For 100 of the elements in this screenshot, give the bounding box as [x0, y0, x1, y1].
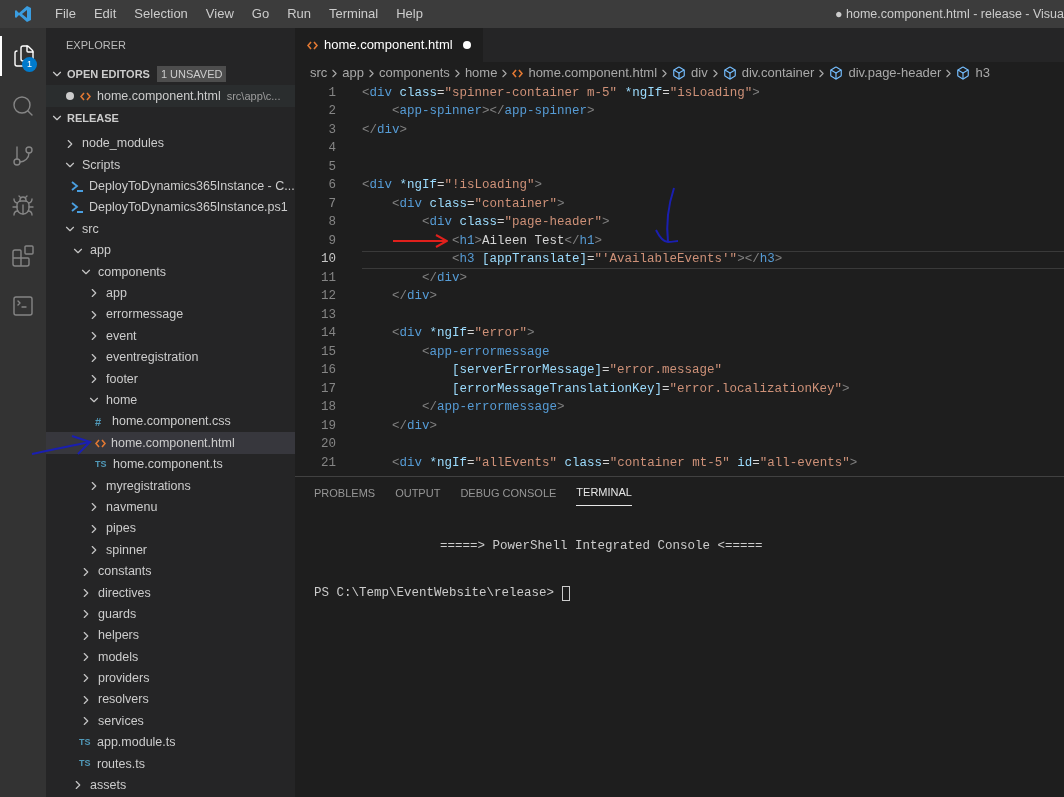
line-number: 20 [320, 436, 336, 454]
line-number: 16 [320, 362, 336, 380]
file-path: src\app\c... [226, 88, 281, 104]
html-file-icon [307, 40, 318, 50]
line-number: 17 [320, 380, 336, 398]
code-line: <div *ngIf="allEvents" class="container mt-5" id="all-events"> [392, 454, 858, 472]
ts-file-icon: TS [79, 757, 92, 771]
tree-item[interactable]: navmenu [46, 496, 295, 519]
terminal-icon [11, 294, 35, 318]
section-header[interactable]: OPEN EDITORS 1 UNSAVED [46, 63, 295, 85]
line-number: 21 [320, 454, 336, 472]
code-line: <h3 [appTranslate]="'AvailableEvents'"></h3> [452, 251, 783, 269]
tree-item[interactable]: app [46, 239, 295, 262]
tree-item[interactable]: constants [46, 560, 295, 583]
line-number: 1 [327, 84, 336, 102]
line-number: 5 [327, 158, 336, 176]
menu-item[interactable]: View [196, 4, 243, 24]
tree-item[interactable]: Scripts [46, 154, 295, 176]
tree-item[interactable]: footer [46, 368, 295, 390]
breadcrumb-item[interactable]: home.component.html [528, 63, 658, 83]
line-number: 13 [320, 306, 336, 324]
branch-icon [11, 144, 35, 168]
breadcrumb-item[interactable]: components [379, 63, 450, 83]
tree-item[interactable]: providers [46, 667, 295, 690]
notification-badge: 1 [22, 57, 37, 72]
files-icon [12, 44, 36, 68]
tree-item[interactable]: directives [46, 582, 295, 604]
line-number: 19 [320, 417, 336, 435]
tree-item[interactable]: helpers [46, 625, 295, 647]
line-number: 18 [320, 399, 336, 417]
terminal-prompt: PS C:\Temp\EventWebsite\release> [314, 584, 555, 602]
menu-item[interactable]: Run [278, 4, 320, 24]
powershell-file-icon [71, 202, 84, 214]
sidebar-title: EXPLORER [66, 38, 126, 54]
code-line: </div> [392, 417, 438, 435]
tree-item[interactable]: node_modules [46, 133, 295, 155]
code-line: <div class="page-header"> [422, 214, 610, 232]
menu-item[interactable]: Terminal [320, 4, 388, 24]
tree-item[interactable]: components [46, 261, 295, 283]
window-title: ● home.component.html - release - Visua [835, 5, 1064, 23]
code-line: <div *ngIf="error"> [392, 325, 535, 343]
tree-item[interactable]: src [46, 218, 295, 240]
tree-item[interactable]: TS app.module.ts [46, 731, 295, 754]
tree-item[interactable]: spinner [46, 539, 295, 561]
cube-icon [672, 66, 687, 80]
tree-item[interactable]: pipes [46, 518, 295, 540]
breadcrumb-item[interactable]: h3 [975, 63, 990, 83]
tree-item[interactable]: myregistrations [46, 475, 295, 497]
code-line: <app-spinner></app-spinner> [392, 103, 595, 121]
panel-tab[interactable]: OUTPUT [395, 480, 441, 506]
code-line: </app-errormessage> [422, 399, 565, 417]
code-line: <div class="container"> [392, 195, 565, 213]
breadcrumb-item[interactable]: div.container [741, 63, 815, 83]
css-file-icon: # [95, 413, 107, 430]
panel-tab[interactable]: PROBLEMS [314, 480, 376, 506]
tree-item[interactable]: services [46, 710, 295, 732]
section-label: RELEASE [67, 110, 119, 126]
breadcrumb-item[interactable]: home [464, 63, 498, 83]
powershell-file-icon [71, 180, 84, 192]
breadcrumb-item[interactable]: src [310, 63, 328, 83]
tree-item[interactable]: DeployToDynamics365Instance - C... [46, 175, 295, 198]
unsaved-count-badge: 1 UNSAVED [156, 66, 227, 82]
tree-item[interactable]: # home.component.css [46, 411, 295, 433]
line-number: 2 [327, 103, 336, 121]
tree-item[interactable]: TS home.component.ts [46, 453, 295, 476]
tree-item[interactable]: app [46, 282, 295, 305]
open-editor-item[interactable]: home.component.html src\app\c... [46, 85, 295, 107]
tree-item[interactable]: errormessage [46, 304, 295, 326]
breadcrumb-item[interactable]: div [691, 63, 708, 83]
search-icon [11, 94, 35, 118]
breadcrumb-item[interactable]: app [342, 63, 365, 83]
line-number: 15 [320, 343, 336, 361]
menu-item[interactable]: Help [387, 4, 432, 24]
terminal-header-text: =====> PowerShell Integrated Console <===== [440, 539, 763, 553]
ts-file-icon: TS [79, 735, 92, 750]
tab-label: home.component.html [324, 36, 453, 55]
html-file-icon [512, 68, 524, 78]
tree-item[interactable]: resolvers [46, 689, 295, 711]
tree-item[interactable]: TS routes.ts [46, 753, 295, 775]
code-line: <div class="spinner-container m-5" *ngIf="isLoading"> [362, 84, 760, 102]
tree-item[interactable]: eventregistration [46, 346, 295, 369]
menu-item[interactable]: Edit [84, 4, 126, 24]
tree-item[interactable]: event [46, 325, 295, 347]
editor-tab[interactable]: home.component.html [295, 28, 483, 62]
menu-item[interactable]: Selection [125, 4, 197, 24]
line-number: 11 [320, 269, 336, 287]
code-line: [serverErrorMessage]="error.message" [452, 362, 723, 380]
tree-item[interactable]: models [46, 646, 295, 668]
tree-item[interactable]: assets [46, 774, 295, 797]
tree-item[interactable]: home [46, 389, 295, 412]
breadcrumb-item[interactable]: div.page-header [848, 63, 942, 83]
blocks-icon [11, 244, 35, 268]
panel-tab[interactable]: DEBUG CONSOLE [460, 480, 557, 506]
tree-item[interactable]: guards [46, 603, 295, 625]
menu-item[interactable]: Go [242, 4, 279, 24]
tree-item[interactable]: home.component.html [46, 432, 295, 454]
menu-item[interactable]: File [46, 4, 85, 24]
panel-tab[interactable]: TERMINAL [576, 480, 632, 506]
section-header[interactable]: RELEASE [46, 107, 295, 129]
tree-item[interactable]: DeployToDynamics365Instance.ps1 [46, 197, 295, 219]
